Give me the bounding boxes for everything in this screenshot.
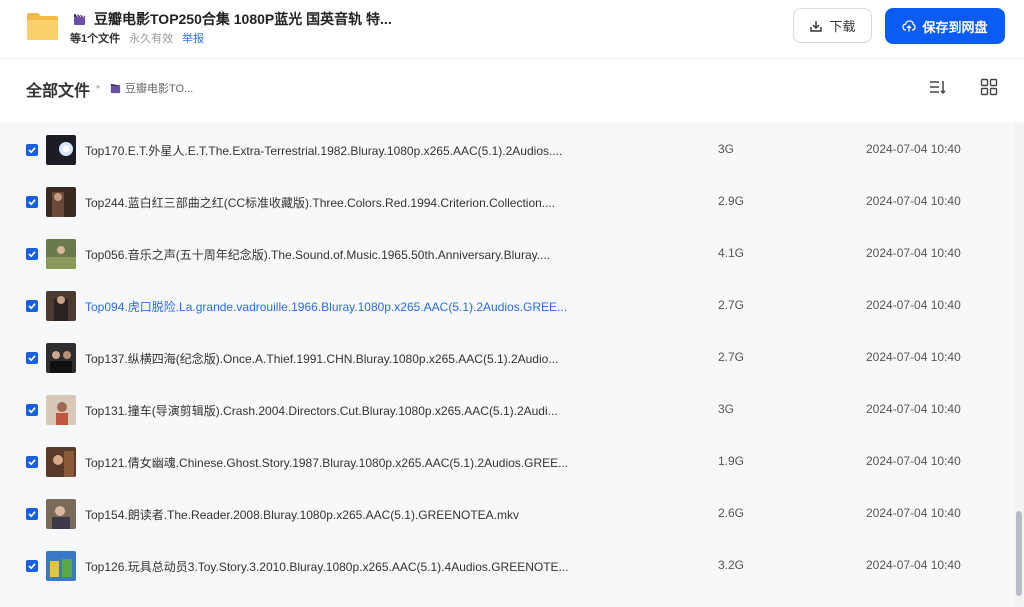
cloud-upload-icon (902, 20, 917, 32)
checkbox-checked-icon[interactable] (26, 300, 38, 312)
file-date: 2024-07-04 10:40 (866, 506, 961, 520)
list-item[interactable]: Top094.虎口脱险.La.grande.vadrouille.1966.Bl… (0, 280, 1014, 332)
checkbox-checked-icon[interactable] (26, 560, 38, 572)
file-name[interactable]: Top137.纵横四海(纪念版).Once.A.Thief.1991.CHN.B… (85, 350, 605, 367)
thumbnail-image (46, 499, 76, 529)
folder-icon (27, 13, 58, 40)
file-size: 3.2G (718, 558, 745, 572)
file-date: 2024-07-04 10:40 (866, 454, 961, 468)
file-count: 等1个文件 (70, 33, 121, 45)
share-title: 豆瓣电影TOP250合集 1080P蓝光 国英音轨 特... (94, 11, 392, 27)
list-item[interactable]: Top121.倩女幽魂.Chinese.Ghost.Story.1987.Blu… (0, 436, 1014, 488)
list-item[interactable]: Top126.玩具总动员3.Toy.Story.3.2010.Bluray.10… (0, 540, 1014, 592)
file-name[interactable]: Top244.蓝白红三部曲之红(CC标准收藏版).Three.Colors.Re… (85, 194, 605, 211)
file-size: 2.6G (718, 506, 745, 520)
checkbox-checked-icon[interactable] (26, 144, 38, 156)
list-item[interactable]: Top244.蓝白红三部曲之红(CC标准收藏版).Three.Colors.Re… (0, 176, 1014, 228)
thumbnail-image (46, 551, 76, 581)
list-item[interactable]: Top131.撞车(导演剪辑版).Crash.2004.Directors.Cu… (0, 384, 1014, 436)
file-name[interactable]: Top094.虎口脱险.La.grande.vadrouille.1966.Bl… (85, 298, 605, 315)
file-date: 2024-07-04 10:40 (866, 246, 961, 260)
thumbnail-image (46, 187, 76, 217)
download-icon (810, 20, 823, 32)
list-item[interactable]: Top170.E.T.外星人.E.T.The.Extra-Terrestrial… (0, 124, 1014, 176)
checkbox-checked-icon[interactable] (26, 248, 38, 260)
file-size: 4.1G (718, 246, 745, 260)
download-button[interactable]: 下载 (793, 8, 872, 43)
scrollbar-thumb[interactable] (1016, 511, 1022, 596)
report-link[interactable]: 举报 (182, 30, 204, 46)
save-to-drive-button[interactable]: 保存到网盘 (885, 8, 1005, 44)
breadcrumb-root[interactable]: 全部文件 (26, 77, 90, 101)
thumbnail-image (46, 343, 76, 373)
save-label: 保存到网盘 (922, 19, 988, 35)
file-name[interactable]: Top126.玩具总动员3.Toy.Story.3.2010.Bluray.10… (85, 558, 605, 575)
list-item[interactable]: Top137.纵横四海(纪念版).Once.A.Thief.1991.CHN.B… (0, 332, 1014, 384)
file-size: 2.7G (718, 298, 745, 312)
file-size: 1.9G (718, 454, 745, 468)
file-date: 2024-07-04 10:40 (866, 142, 961, 156)
file-name[interactable]: Top131.撞车(导演剪辑版).Crash.2004.Directors.Cu… (85, 402, 605, 419)
file-name[interactable]: Top121.倩女幽魂.Chinese.Ghost.Story.1987.Blu… (85, 454, 605, 471)
file-date: 2024-07-04 10:40 (866, 350, 961, 364)
list-item[interactable]: Top154.朗读者.The.Reader.2008.Bluray.1080p.… (0, 488, 1014, 540)
checkbox-checked-icon[interactable] (26, 404, 38, 416)
sort-icon[interactable] (928, 78, 946, 96)
clapperboard-icon (110, 83, 121, 93)
thumbnail-image (46, 447, 76, 477)
breadcrumb-separator: • (96, 80, 101, 94)
breadcrumb-current: 豆瓣电影TO... (110, 80, 193, 96)
file-date: 2024-07-04 10:40 (866, 558, 961, 572)
clapperboard-icon (74, 13, 85, 25)
checkbox-checked-icon[interactable] (26, 508, 38, 520)
file-size: 3G (718, 142, 735, 156)
checkbox-checked-icon[interactable] (26, 456, 38, 468)
grid-view-icon[interactable] (980, 78, 998, 96)
file-date: 2024-07-04 10:40 (866, 402, 961, 416)
thumbnail-image (46, 135, 76, 165)
thumbnail-image (46, 291, 76, 321)
checkbox-checked-icon[interactable] (26, 352, 38, 364)
file-size: 3G (718, 402, 735, 416)
file-date: 2024-07-04 10:40 (866, 298, 961, 312)
download-label: 下载 (829, 19, 856, 34)
checkbox-checked-icon[interactable] (26, 196, 38, 208)
breadcrumb-current-label: 豆瓣电影TO... (125, 83, 194, 95)
validity-text: 永久有效 (129, 33, 174, 45)
breadcrumb: 全部文件 • 豆瓣电影TO... (0, 59, 1024, 121)
file-date: 2024-07-04 10:40 (866, 194, 961, 208)
file-list: Top170.E.T.外星人.E.T.The.Extra-Terrestrial… (0, 122, 1014, 607)
thumbnail-image (46, 239, 76, 269)
list-item[interactable]: Top056.音乐之声(五十周年纪念版).The.Sound.of.Music.… (0, 228, 1014, 280)
file-size: 2.7G (718, 350, 745, 364)
file-name[interactable]: Top154.朗读者.The.Reader.2008.Bluray.1080p.… (85, 506, 605, 523)
share-header: 豆瓣电影TOP250合集 1080P蓝光 国英音轨 特... 等1个文件 永久有… (0, 0, 1024, 59)
file-name[interactable]: Top170.E.T.外星人.E.T.The.Extra-Terrestrial… (85, 142, 605, 159)
file-size: 2.9G (718, 194, 745, 208)
file-name[interactable]: Top056.音乐之声(五十周年纪念版).The.Sound.of.Music.… (85, 246, 605, 263)
thumbnail-image (46, 395, 76, 425)
